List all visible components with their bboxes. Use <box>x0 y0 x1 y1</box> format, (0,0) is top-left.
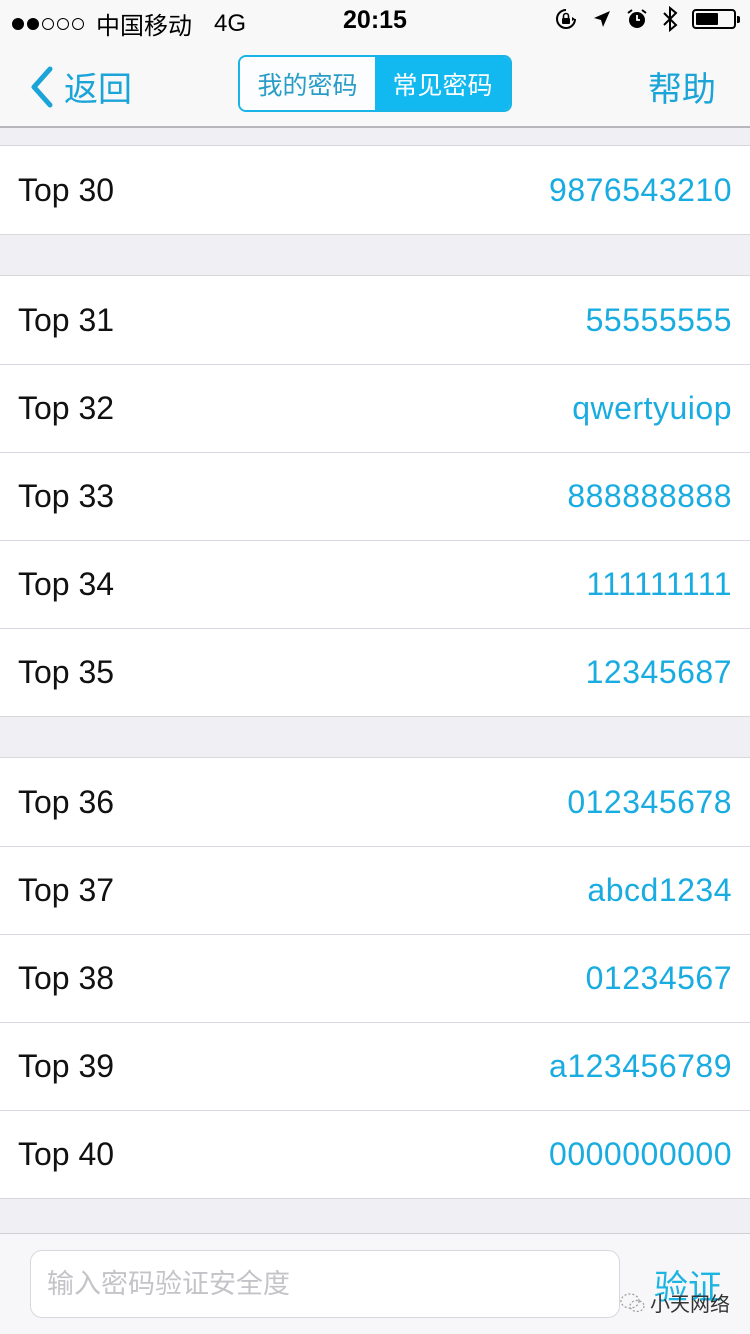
password-value: abcd1234 <box>587 871 732 908</box>
back-button-label: 返回 <box>64 71 132 109</box>
list-group: Top 30 9876543210 <box>0 145 750 235</box>
navigation-bar: 返回 我的密码 常见密码 帮助 <box>0 40 750 128</box>
list-item[interactable]: Top 39 a123456789 <box>0 1022 750 1110</box>
back-button[interactable]: 返回 <box>30 62 132 111</box>
tab-my-passwords[interactable]: 我的密码 <box>240 57 375 110</box>
list-item[interactable]: Top 31 55555555 <box>0 276 750 364</box>
tab-common-passwords[interactable]: 常见密码 <box>375 57 510 110</box>
rank-label: Top 36 <box>18 783 115 820</box>
rank-label: Top 34 <box>18 565 115 602</box>
rank-label: Top 38 <box>18 959 115 996</box>
wechat-icon <box>620 1292 645 1312</box>
list-item[interactable]: Top 33 888888888 <box>0 452 750 540</box>
rank-label: Top 30 <box>18 171 115 208</box>
list-group: Top 36 012345678 Top 37 abcd1234 Top 38 … <box>0 757 750 1199</box>
rank-label: Top 35 <box>18 653 115 690</box>
list-group: Top 31 55555555 Top 32 qwertyuiop Top 33… <box>0 275 750 717</box>
password-value: 0000000000 <box>549 1135 732 1172</box>
password-value: qwertyuiop <box>572 389 732 426</box>
rank-label: Top 33 <box>18 477 115 514</box>
list-item[interactable]: Top 32 qwertyuiop <box>0 364 750 452</box>
password-value: 111111111 <box>586 565 732 602</box>
list-item[interactable]: Top 35 12345687 <box>0 628 750 716</box>
rank-label: Top 37 <box>18 871 115 908</box>
password-value: a123456789 <box>549 1047 732 1084</box>
rank-label: Top 32 <box>18 389 115 426</box>
list-item[interactable]: Top 37 abcd1234 <box>0 846 750 934</box>
bottom-input-bar: 验证 小天网络 <box>0 1233 750 1334</box>
alarm-icon <box>626 8 648 30</box>
list-item[interactable]: Top 36 012345678 <box>0 758 750 846</box>
segmented-control: 我的密码 常见密码 <box>238 55 512 112</box>
list-item[interactable]: Top 40 0000000000 <box>0 1110 750 1198</box>
watermark: 小天网络 <box>620 1288 730 1317</box>
chevron-left-icon <box>31 66 53 107</box>
list-item[interactable]: Top 38 01234567 <box>0 934 750 1022</box>
password-list: Top 30 9876543210 Top 31 55555555 Top 32… <box>0 130 750 1199</box>
rotation-lock-icon <box>554 7 578 31</box>
rank-label: Top 39 <box>18 1047 115 1084</box>
status-bar: 中国移动 4G 20:15 <box>0 0 750 40</box>
password-value: 12345687 <box>585 653 732 690</box>
list-item[interactable]: Top 30 9876543210 <box>0 146 750 234</box>
bluetooth-icon <box>662 6 678 32</box>
password-value: 9876543210 <box>549 171 732 208</box>
location-arrow-icon <box>592 9 612 29</box>
battery-tip <box>737 16 740 23</box>
battery-icon <box>692 9 740 29</box>
rank-label: Top 31 <box>18 301 115 338</box>
list-item[interactable]: Top 34 111111111 <box>0 540 750 628</box>
password-value: 888888888 <box>567 477 732 514</box>
password-value: 012345678 <box>567 783 732 820</box>
battery-fill <box>696 13 718 25</box>
watermark-text: 小天网络 <box>650 1294 730 1316</box>
password-value: 55555555 <box>585 301 732 338</box>
password-value: 01234567 <box>585 959 732 996</box>
password-check-input[interactable] <box>30 1250 620 1318</box>
status-right <box>554 6 740 32</box>
rank-label: Top 40 <box>18 1135 115 1172</box>
help-button[interactable]: 帮助 <box>648 62 716 111</box>
